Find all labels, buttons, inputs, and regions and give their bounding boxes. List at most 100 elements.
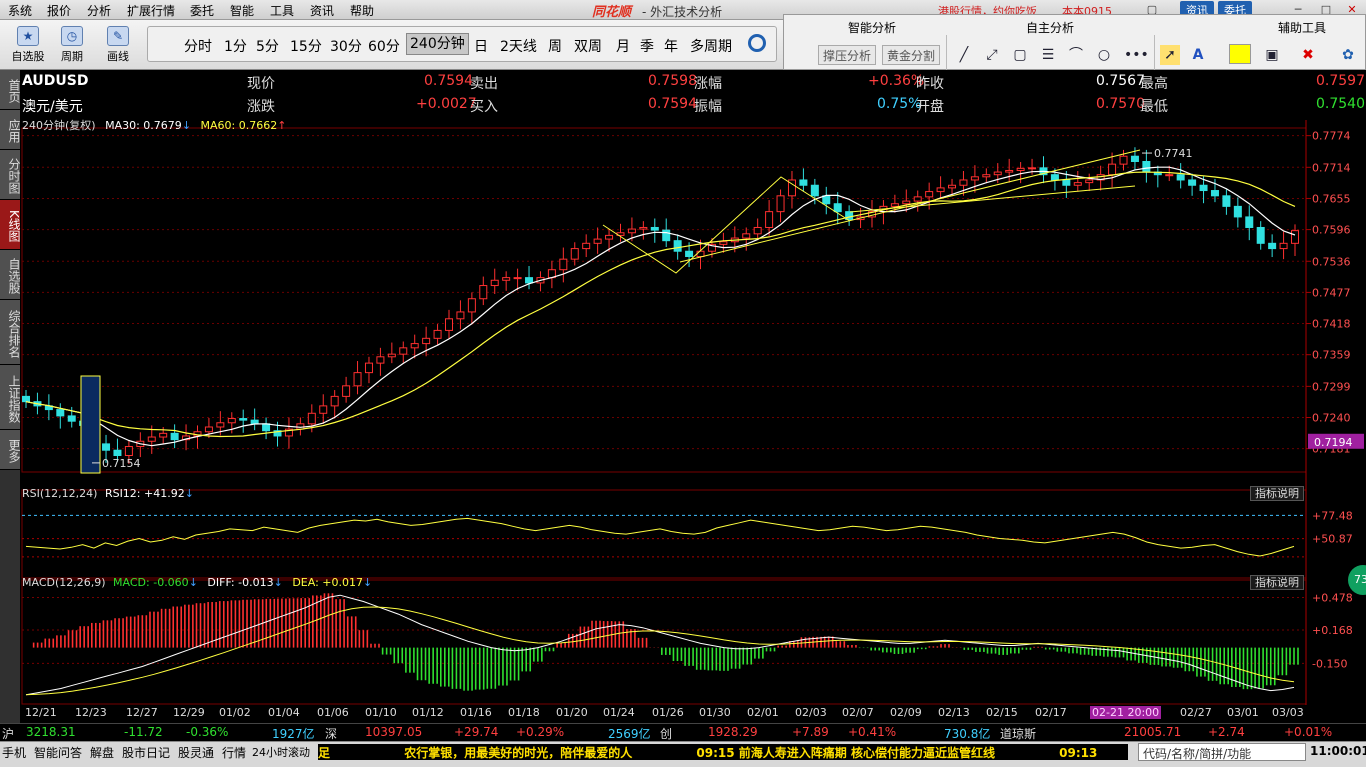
date-tick-label: 01/30	[699, 706, 731, 719]
candle-body	[570, 248, 579, 260]
candle-body	[525, 277, 534, 284]
status-quote[interactable]: 行情	[222, 744, 246, 761]
main-panel-frame	[21, 127, 1307, 473]
candle-body	[56, 409, 65, 417]
candle-body	[1073, 182, 1082, 186]
status-mobile[interactable]: 手机	[2, 744, 26, 761]
date-tick-label: 01/02	[219, 706, 251, 719]
date-tick-label: 02/09	[890, 706, 922, 719]
date-tick-label: 03/01	[1227, 706, 1259, 719]
lower-trendline	[849, 185, 1136, 213]
high-marker-label: 0.7741	[1154, 147, 1193, 160]
sz-value: 10397.05	[365, 725, 423, 739]
candle-body	[1142, 161, 1151, 173]
news-item-1[interactable]: 农行掌银，用最美好的时光，陪伴最爱的人	[404, 746, 632, 760]
date-tick-label: 01/04	[268, 706, 300, 719]
date-tick-label: 12/23	[75, 706, 107, 719]
candle-body	[124, 446, 133, 456]
diff-arrow-icon: ↓	[273, 576, 283, 589]
status-qa[interactable]: 智能问答	[34, 744, 82, 761]
candle-body	[113, 449, 122, 456]
moving-average-lines	[25, 166, 1296, 447]
candle-body	[102, 443, 111, 451]
candle-body	[1256, 226, 1265, 244]
candle-body	[422, 337, 431, 345]
date-tick-label: 02/13	[938, 706, 970, 719]
sz-change: +29.74	[454, 725, 499, 739]
date-tick-label: 02/17	[1035, 706, 1067, 719]
price-tick-label: 0.7240	[1312, 411, 1351, 424]
candle-body	[467, 298, 476, 313]
sz-label[interactable]: 深	[325, 725, 337, 742]
candle-body	[1119, 155, 1128, 165]
sh-value: 3218.31	[26, 725, 76, 739]
candle-body	[159, 432, 168, 438]
rsi-line	[25, 517, 1295, 557]
date-tick-label: 02/27	[1180, 706, 1212, 719]
candle-body	[1085, 179, 1094, 184]
candle-body	[822, 195, 831, 205]
news-ticker[interactable]: 足 农行掌银，用最美好的时光，陪伴最爱的人 09:15 前海人寿进入阵痛期 核心…	[318, 744, 1128, 760]
candle-body	[239, 418, 248, 421]
candle-body	[627, 228, 636, 234]
candle-body	[753, 226, 762, 235]
status-bar: 手机 智能问答 解盘 股市日记 股灵通 行情 24小时滚动 足 农行掌银，用最美…	[0, 741, 1366, 767]
news-item-2[interactable]: 09:15 前海人寿进入阵痛期 核心偿付能力逼近监管红线	[696, 746, 995, 760]
date-tick-label: 02-21 20:00	[1090, 706, 1162, 719]
candle-body	[1222, 195, 1231, 207]
candle-body	[376, 356, 385, 364]
candle-body	[639, 226, 648, 230]
candle-body	[479, 285, 488, 300]
candle-body	[1108, 163, 1117, 176]
price-tick-label: 0.7655	[1312, 192, 1351, 205]
candle-body	[353, 372, 362, 387]
candle-body	[513, 277, 522, 280]
candle-body	[913, 196, 922, 202]
date-tick-label: 03/03	[1272, 706, 1304, 719]
status-diary[interactable]: 股市日记	[122, 744, 170, 761]
candle-body	[765, 211, 774, 228]
candle-body	[662, 229, 671, 242]
macd-panel-frame	[21, 579, 1307, 705]
candle-body	[364, 362, 373, 374]
dea-arrow-icon: ↓	[362, 576, 373, 589]
cy-label[interactable]: 创	[660, 725, 672, 742]
chart-canvas[interactable]: 0.7741 0.7154 +77.48 +50.87 +0.478 +0.168 -0…	[0, 0, 1366, 767]
candle-body	[1016, 167, 1025, 171]
candle-body	[1188, 179, 1197, 186]
candle-body	[1050, 174, 1059, 181]
user-drawings: 0.7741 0.7154	[80, 147, 1193, 474]
macd-explain-button[interactable]: 指标说明	[1250, 575, 1304, 590]
status-stocklink[interactable]: 股灵通	[178, 744, 214, 761]
candle-body	[799, 179, 808, 186]
status-24h[interactable]: 24小时滚动	[252, 744, 310, 760]
macd-axis-label: +0.478	[1312, 592, 1353, 605]
candle-body	[433, 329, 442, 339]
candle-body	[456, 311, 465, 320]
status-comment[interactable]: 解盘	[90, 744, 114, 761]
candle-body	[1062, 179, 1071, 186]
candle-body	[490, 279, 499, 287]
date-tick-label: 01/12	[412, 706, 444, 719]
macd-value: MACD: -0.060	[113, 576, 189, 589]
candle-body	[1291, 230, 1299, 244]
candle-body	[959, 179, 968, 186]
price-tick-label: 0.7418	[1312, 318, 1351, 331]
candle-body	[810, 184, 819, 197]
candle-body	[776, 195, 785, 213]
price-axis: 0.7774 0.7714 0.7655 0.7596 0.7536 0.7477 0.74…	[1306, 130, 1364, 456]
candle-body	[902, 200, 911, 205]
cy-amount: 730.8亿	[944, 727, 991, 741]
candle-body	[319, 405, 328, 414]
code-search-input[interactable]: 代码/名称/简拼/功能	[1138, 743, 1306, 761]
sh-label[interactable]: 沪	[2, 725, 14, 742]
diff-value: DIFF: -0.013	[207, 576, 274, 589]
candle-body	[250, 419, 259, 425]
dj-label[interactable]: 道琼斯	[1000, 725, 1036, 742]
date-tick-label: 12/29	[173, 706, 205, 719]
candle-body	[216, 422, 225, 428]
candle-body	[307, 412, 316, 425]
date-tick-label: 01/24	[603, 706, 635, 719]
date-tick-label: 01/16	[460, 706, 492, 719]
rsi-explain-button[interactable]: 指标说明	[1250, 486, 1304, 501]
